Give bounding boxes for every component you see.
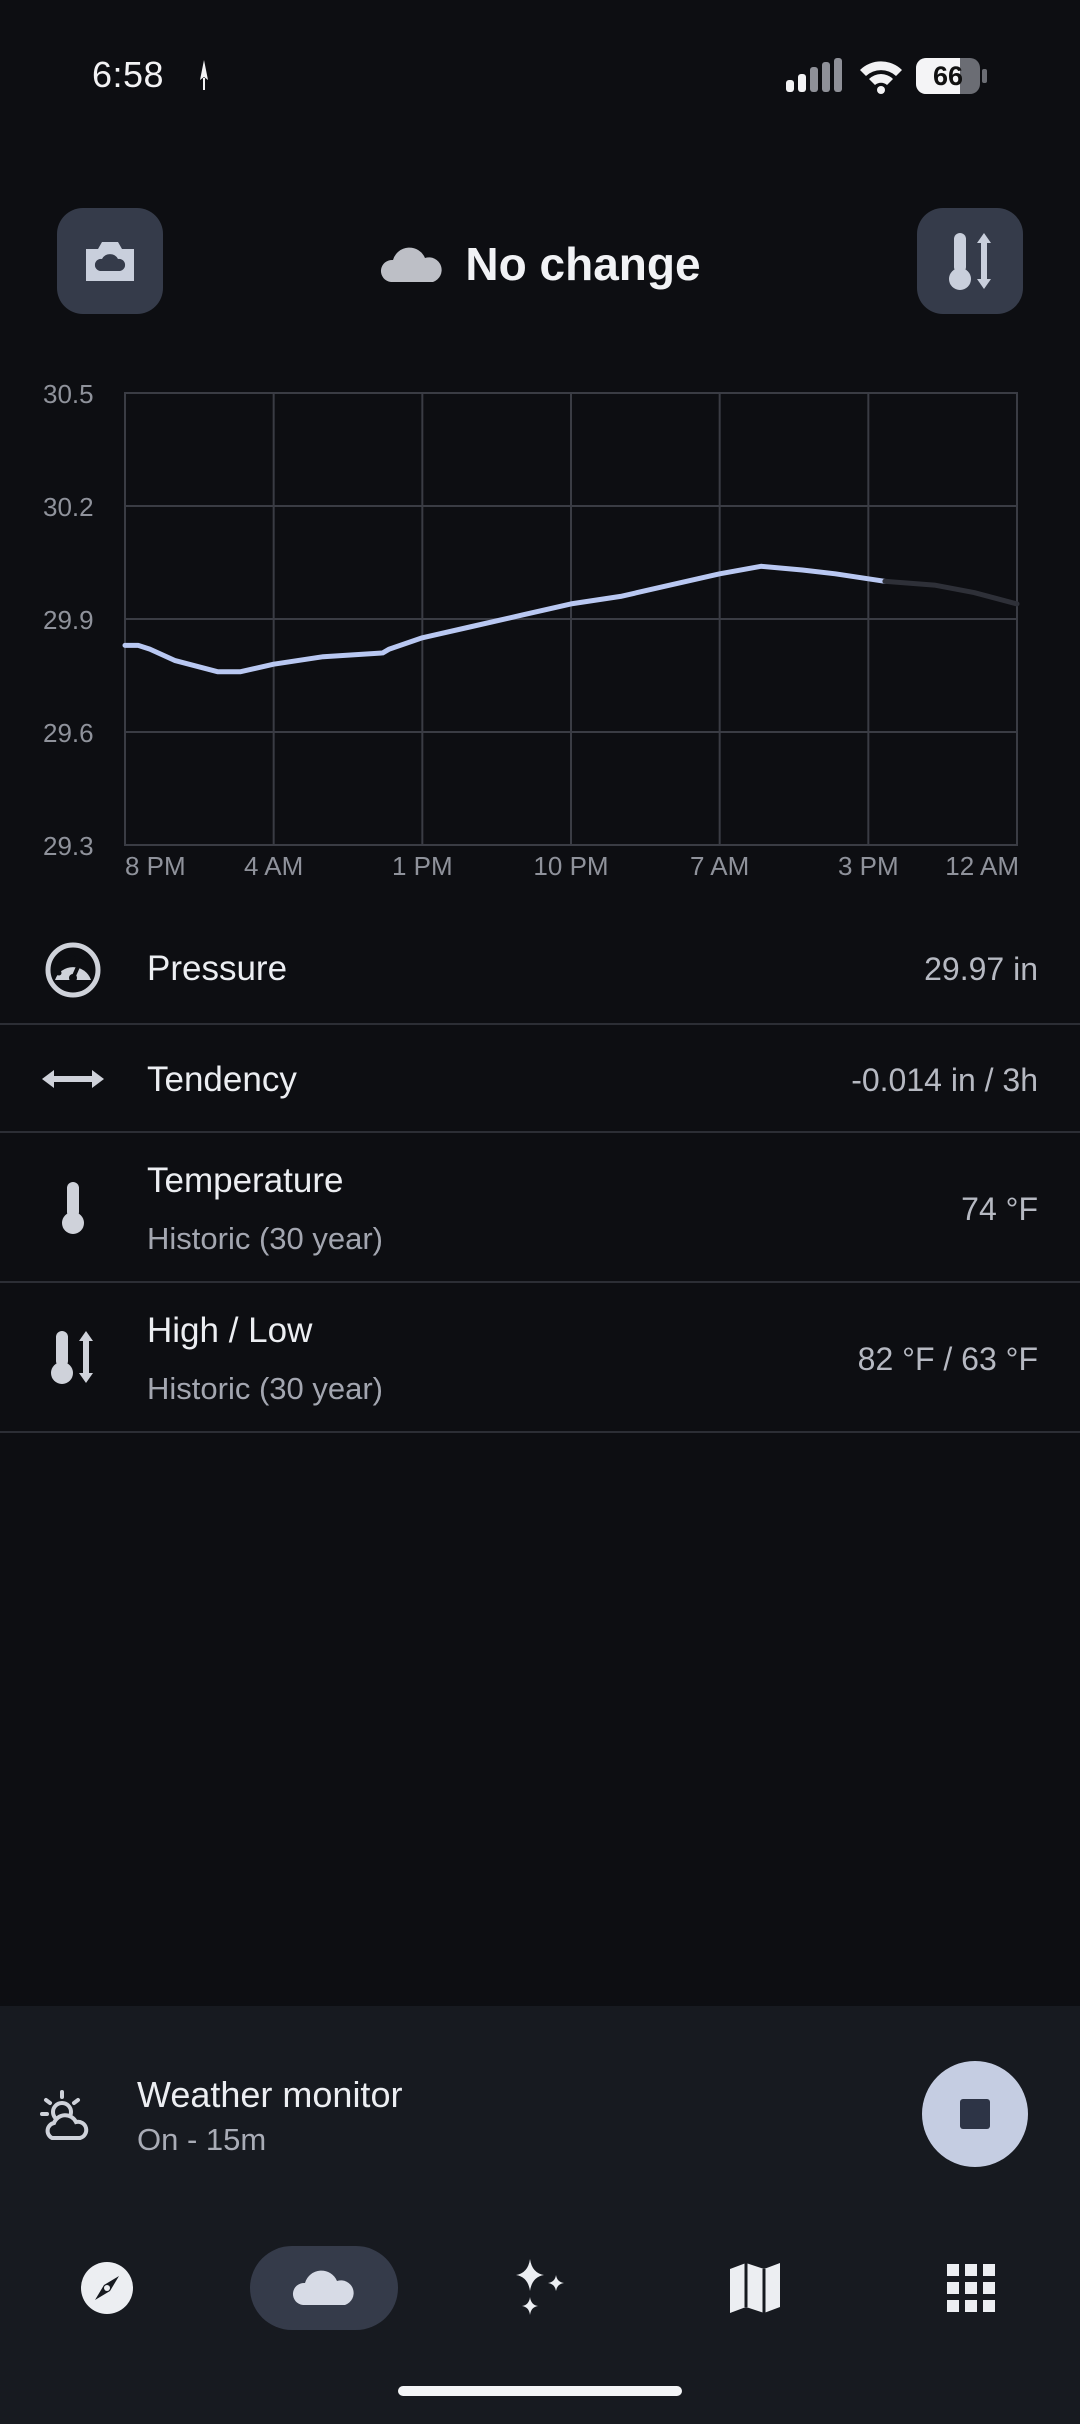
high-low-button[interactable] [917,208,1023,314]
temperature-sub: Historic (30 year) [147,1221,383,1256]
y-tick-label: 29.9 [43,605,94,635]
pressure-forecast-line [882,578,1020,607]
horizontal-arrows-icon [40,1046,106,1112]
temperature-row[interactable]: Temperature Historic (30 year) 74 °F [0,1133,1080,1283]
map-icon [730,2263,780,2313]
gauge-icon [40,937,106,1003]
thermometer-icon [40,1175,106,1241]
stop-icon [960,2099,990,2129]
pressure-label: Pressure [147,949,288,988]
y-tick-label: 30.5 [43,379,94,409]
stop-monitor-button[interactable] [922,2061,1028,2167]
sparkles-icon [516,2259,564,2315]
compass-icon [81,2262,133,2314]
x-tick-label: 8 PM [125,851,186,881]
status-time: 6:58 [92,54,165,95]
tendency-label: Tendency [147,1060,297,1099]
location-arrow-icon [200,60,208,90]
y-tick-label: 30.2 [43,492,94,522]
cellular-signal-icon [786,58,842,92]
temperature-value: 74 °F [961,1191,1038,1227]
nav-tools[interactable] [924,2246,1018,2330]
high-low-label: High / Low [147,1311,313,1350]
high-low-row[interactable]: High / Low Historic (30 year) 82 °F / 63… [0,1283,1080,1433]
nav-weather[interactable] [250,2246,398,2330]
high-low-value: 82 °F / 63 °F [857,1341,1038,1377]
cloud-icon [381,247,443,282]
nav-navigation[interactable] [60,2246,154,2330]
weather-monitor-icon [38,2088,94,2149]
x-tick-label: 12 AM [945,851,1019,881]
y-tick-label: 29.6 [43,718,94,748]
tendency-row[interactable]: Tendency -0.014 in / 3h [0,1025,1080,1133]
weather-monitor-title: Weather monitor [137,2074,403,2115]
weather-monitor-status: On - 15m [137,2122,267,2157]
x-tick-label: 1 PM [392,851,453,881]
x-tick-label: 4 AM [244,851,303,881]
nav-maps[interactable] [708,2246,802,2330]
battery-level: 66 [932,61,964,91]
x-tick-label: 10 PM [533,851,608,881]
pressure-chart: 30.5 30.2 29.9 29.6 29.3 8 PM 4 AM 1 PM 10 PM 7 A… [43,379,1020,881]
temperature-label: Temperature [147,1161,344,1200]
status-bar: 6:58 66 [0,0,1080,150]
pressure-value: 29.97 in [924,951,1038,987]
apps-grid-icon [947,2264,995,2312]
x-tick-label: 7 AM [690,851,749,881]
tendency-value: -0.014 in / 3h [851,1062,1038,1098]
title-text: No change [465,238,701,290]
thermometer-high-low-icon [40,1325,106,1391]
nav-astronomy[interactable] [494,2246,588,2330]
thermometer-high-low-icon [949,233,991,290]
home-indicator[interactable] [398,2386,682,2396]
wifi-icon [860,61,902,94]
weather-monitor-panel: Weather monitor On - 15m [0,2006,1080,2424]
y-tick-label: 29.3 [43,831,94,861]
pressure-row[interactable]: Pressure 29.97 in [0,915,1080,1025]
battery-icon: 66 [916,58,988,94]
cloud-icon [292,2270,354,2305]
x-tick-label: 3 PM [838,851,899,881]
high-low-sub: Historic (30 year) [147,1371,383,1406]
